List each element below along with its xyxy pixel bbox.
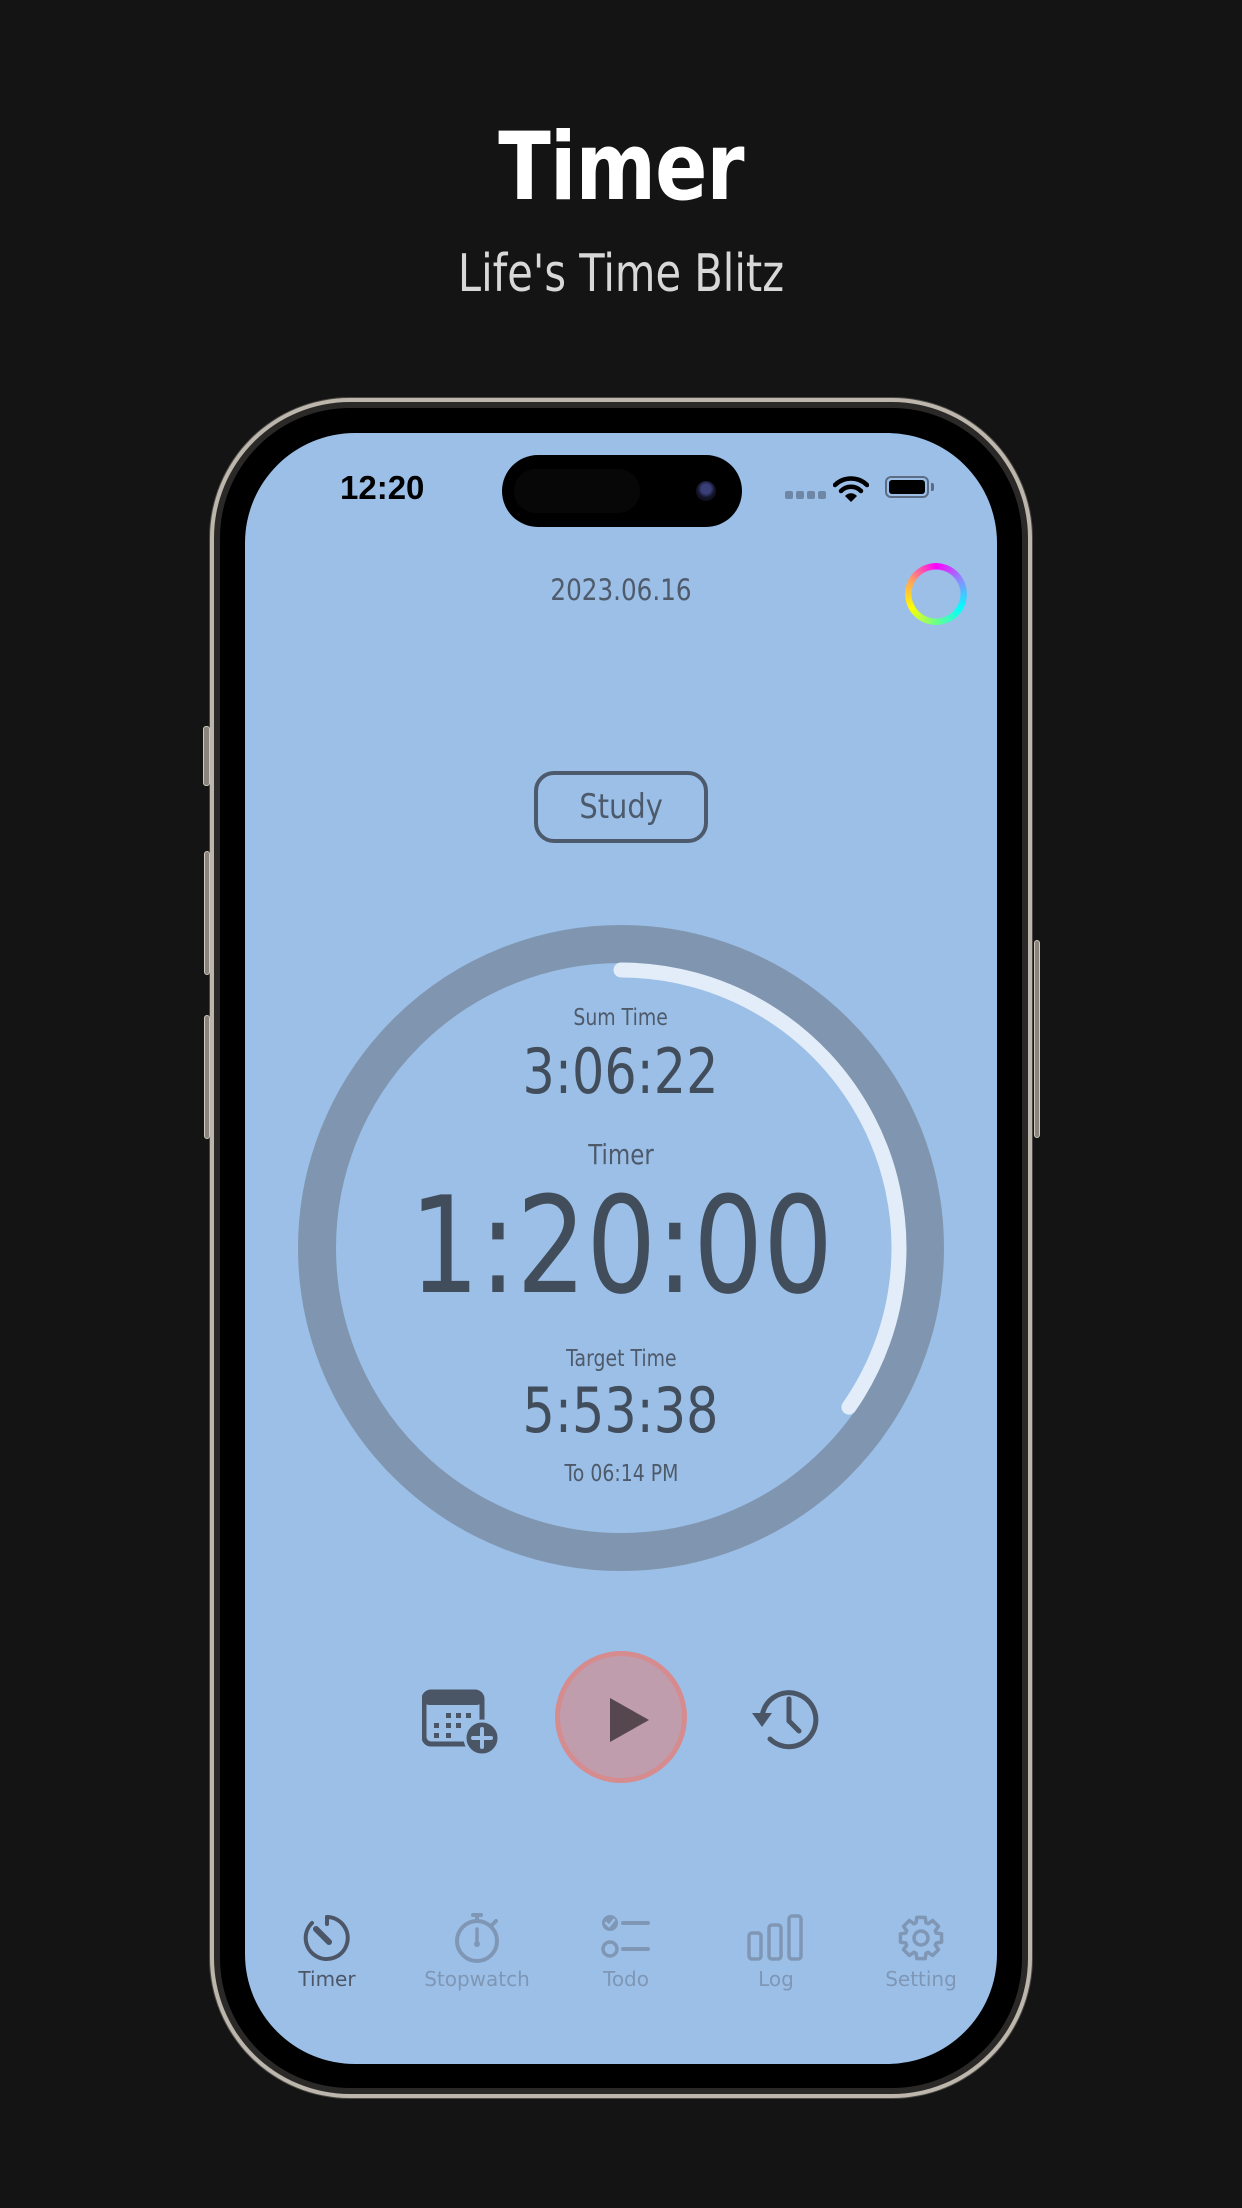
tab-label: Setting [885, 1967, 957, 1991]
battery-icon [885, 476, 929, 498]
tab-todo[interactable]: Todo [556, 1913, 696, 1991]
tab-log[interactable]: Log [706, 1913, 846, 1991]
timer-label: Timer [588, 1138, 654, 1171]
category-tag-label: Study [579, 787, 663, 827]
tab-label: Timer [298, 1967, 356, 1991]
bar-chart-icon [747, 1914, 803, 1961]
stopwatch-icon [455, 1913, 499, 1963]
history-button[interactable] [750, 1683, 822, 1755]
tab-timer[interactable]: Timer [257, 1913, 397, 1991]
add-schedule-button[interactable] [421, 1688, 502, 1758]
calendar-add-icon [421, 1689, 501, 1757]
status-time: 12:20 [340, 469, 425, 506]
timer-value[interactable]: 1:20:00 [245, 1171, 997, 1321]
tab-label: Todo [603, 1967, 649, 1991]
island-sensor [514, 469, 640, 513]
action-button [203, 726, 210, 786]
play-icon [610, 1698, 649, 1742]
target-time-label: Target Time [565, 1346, 677, 1372]
tab-setting[interactable]: Setting [851, 1913, 991, 1991]
gear-icon [898, 1915, 944, 1961]
promo-title: Timer [498, 113, 744, 222]
start-timer-button[interactable] [555, 1651, 687, 1783]
tab-label: Stopwatch [424, 1967, 530, 1991]
category-tag-button[interactable]: Study [534, 771, 708, 843]
tab-stopwatch[interactable]: Stopwatch [407, 1913, 547, 1991]
tab-bar: Timer Stopwatch Todo Log Setting [245, 1913, 997, 2013]
checklist-icon [601, 1915, 650, 1958]
sum-time-label: Sum Time [573, 1005, 669, 1031]
cellular-signal-icon [785, 491, 826, 499]
timer-icon [303, 1915, 350, 1961]
target-time-value: 5:53:38 [522, 1374, 719, 1447]
color-wheel-icon[interactable] [905, 563, 967, 625]
target-end-time: To 06:14 PM [564, 1461, 678, 1487]
dynamic-island [502, 455, 742, 527]
tab-label: Log [758, 1967, 794, 1991]
current-date: 2023.06.16 [550, 573, 692, 607]
history-icon [752, 1690, 819, 1750]
sum-time-value: 3:06:22 [522, 1035, 719, 1108]
battery-tip [931, 483, 934, 491]
volume-down-button [204, 1015, 210, 1139]
app-screen: 12:20 2023.06.16 Study Sum Time 3:06:22 … [245, 433, 997, 2064]
wifi-icon [833, 476, 869, 502]
power-button [1034, 940, 1040, 1138]
volume-up-button [204, 851, 210, 975]
camera-lens-icon [696, 481, 716, 501]
promo-subtitle: Life's Time Blitz [457, 244, 785, 304]
